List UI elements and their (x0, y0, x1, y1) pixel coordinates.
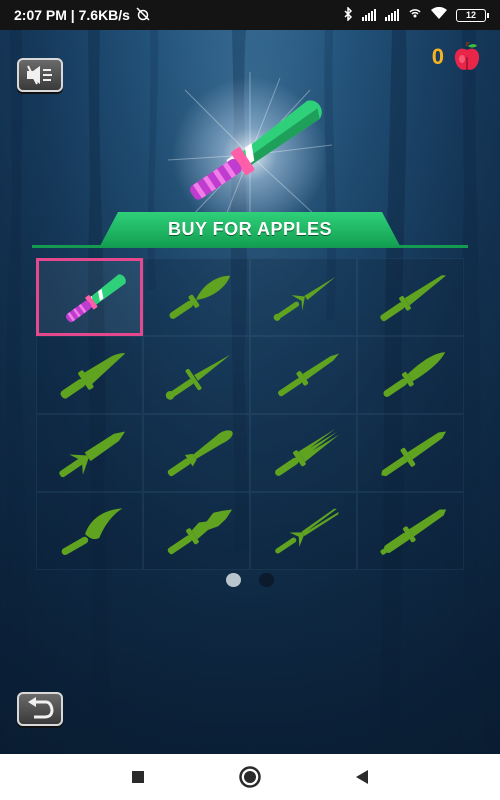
knife-slot-locked[interactable] (36, 414, 143, 492)
knife-grid (36, 258, 464, 570)
page-indicator (0, 573, 500, 587)
page-dot-1[interactable] (226, 573, 241, 587)
circle-icon (239, 766, 261, 788)
buy-for-apples-button[interactable]: BUY FOR APPLES (100, 212, 400, 246)
banner-label: BUY FOR APPLES (167, 218, 333, 239)
spiked-hilt-dagger-icon (59, 431, 126, 478)
signal-icon (362, 9, 376, 21)
speaker-muted-icon (27, 65, 52, 85)
long-blade-icon (380, 275, 447, 322)
back-arrow-icon (28, 697, 54, 719)
knife-slot-locked[interactable] (250, 258, 357, 336)
leaf-blade-icon (169, 275, 231, 319)
purchase-banner: BUY FOR APPLES (32, 212, 468, 252)
knife-slot-locked[interactable] (36, 492, 143, 570)
back-nav-button[interactable] (347, 762, 377, 792)
status-bar: 2:07 PM | 7.6KB/s 12 (0, 0, 500, 30)
apple-count: 0 (431, 44, 444, 69)
square-icon (132, 771, 144, 783)
cross-guard-dagger-icon (165, 354, 231, 400)
tiered-dagger-icon (380, 509, 447, 555)
knife-slot-locked[interactable] (357, 258, 464, 336)
knife-slot-locked[interactable] (143, 492, 250, 570)
knife-slot-locked[interactable] (250, 336, 357, 414)
fork-blade-icon (275, 428, 340, 476)
back-button[interactable] (17, 692, 63, 726)
knife-slot-locked[interactable] (250, 414, 357, 492)
status-time-speed: 2:07 PM | 7.6KB/s (14, 7, 130, 23)
apple-counter: 0 (432, 42, 480, 72)
wide-dagger-icon (60, 353, 126, 399)
slim-dagger-icon (278, 353, 340, 397)
curved-dagger-icon (383, 352, 446, 397)
knife-slot-locked[interactable] (250, 492, 357, 570)
split-tip-blade-icon (275, 508, 339, 554)
flared-blade-icon (167, 430, 233, 477)
knife-slot-locked[interactable] (143, 258, 250, 336)
knife-slot-locked[interactable] (357, 492, 464, 570)
sound-toggle-button[interactable] (17, 58, 63, 92)
page-dot-2[interactable] (259, 573, 274, 587)
battery-icon: 12 (456, 8, 489, 22)
serrated-dagger-icon (381, 431, 447, 477)
home-button[interactable] (235, 762, 265, 792)
candy-knife-icon (65, 274, 126, 323)
bluetooth-icon (344, 5, 353, 24)
triangle-back-icon (356, 770, 368, 784)
wifi-icon (431, 6, 447, 23)
apple-icon (454, 42, 480, 70)
jagged-blade-icon (167, 509, 233, 555)
knife-slot-locked[interactable] (36, 336, 143, 414)
knife-slot-locked[interactable] (357, 414, 464, 492)
alarm-off-icon (136, 6, 150, 24)
knife-slot-locked[interactable] (143, 336, 250, 414)
signal-icon-2 (385, 9, 399, 21)
system-navigation-bar (0, 754, 500, 800)
knife-slot-locked[interactable] (357, 336, 464, 414)
hotspot-icon (408, 7, 422, 24)
knife-store-screen: 0 BUY FOR APPLES (0, 30, 500, 754)
knife-slot-locked[interactable] (143, 414, 250, 492)
twin-spike-blade-icon (273, 276, 336, 321)
recents-button[interactable] (123, 762, 153, 792)
kukri-icon (61, 508, 123, 556)
knife-slot-candy-knife[interactable] (36, 258, 143, 336)
